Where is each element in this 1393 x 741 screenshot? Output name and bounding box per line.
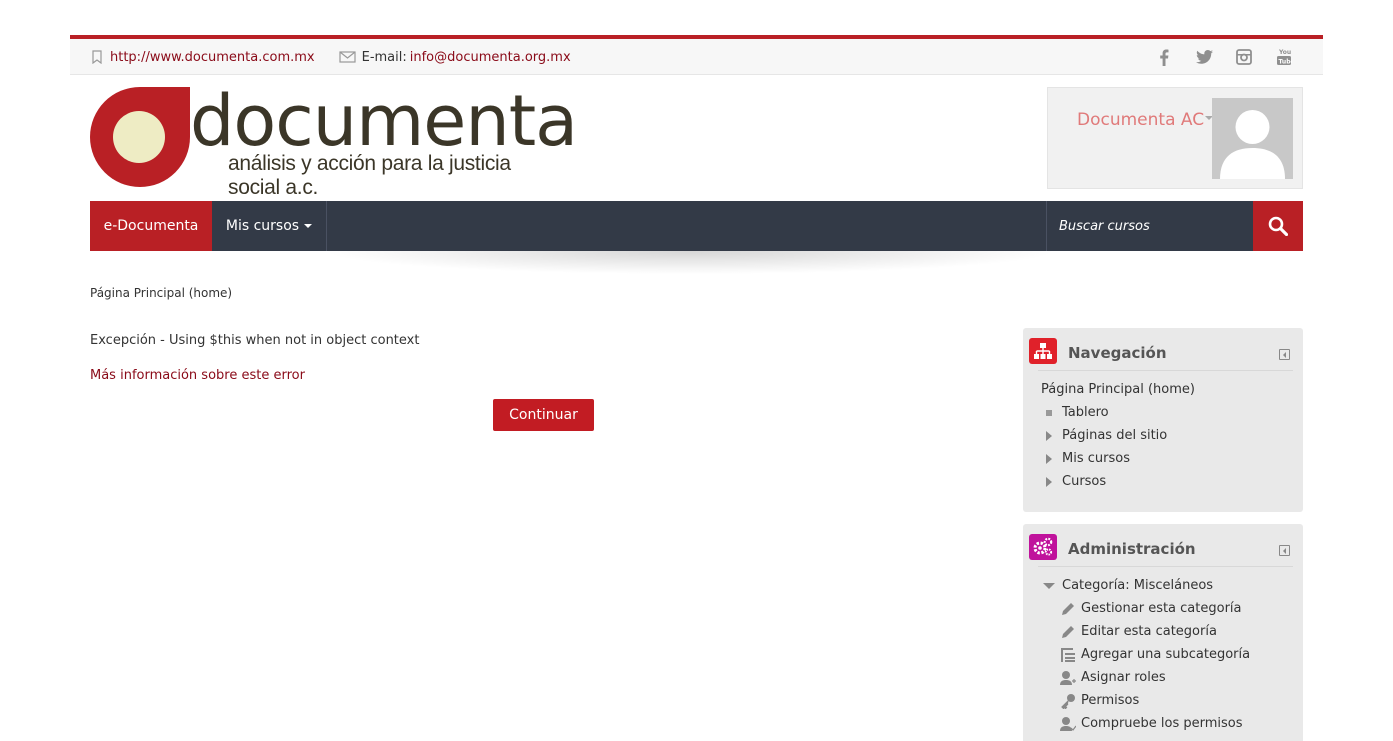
nav-tree-root-label: Página Principal (home) xyxy=(1041,382,1195,397)
admin-item-subcategoria[interactable]: Agregar una subcategoría xyxy=(1041,643,1250,666)
admin-category-label: Categoría: Misceláneos xyxy=(1062,578,1214,593)
youtube-icon[interactable]: You Tube xyxy=(1275,48,1293,66)
social-links: You Tube xyxy=(1133,39,1293,75)
sitemap-icon xyxy=(1029,338,1057,364)
more-info-link[interactable]: Más información sobre este error xyxy=(90,368,305,383)
twitter-icon[interactable] xyxy=(1195,48,1213,66)
admin-item-gestionar[interactable]: Gestionar esta categoría xyxy=(1041,597,1250,620)
expand-arrow-icon xyxy=(1046,453,1052,464)
admin-item-label: Compruebe los permisos xyxy=(1081,716,1243,731)
user-name[interactable]: Documenta AC xyxy=(1077,110,1214,130)
nav-tree-item-cursos[interactable]: Cursos xyxy=(1041,470,1195,493)
navigation-block-header: Navegación xyxy=(1023,328,1303,370)
nav-mis-cursos-label: Mis cursos xyxy=(225,218,300,234)
navigation-block: Navegación Página Principal (home) Table… xyxy=(1023,328,1303,512)
website-item: http://www.documenta.com.mx xyxy=(90,50,315,65)
search-input[interactable] xyxy=(1047,201,1253,251)
nav-tree-item-tablero[interactable]: Tablero xyxy=(1041,401,1195,424)
administration-block-header: Administración xyxy=(1023,524,1303,566)
administration-tree: Categoría: Misceláneos Gestionar esta ca… xyxy=(1041,574,1250,735)
navigation-block-title: Navegación xyxy=(1068,344,1167,362)
admin-item-editar[interactable]: Editar esta categoría xyxy=(1041,620,1250,643)
admin-item-label: Asignar roles xyxy=(1081,670,1166,685)
administration-block-title: Administración xyxy=(1068,540,1196,558)
chevron-down-icon xyxy=(304,224,313,228)
breadcrumb[interactable]: Página Principal (home) xyxy=(90,286,232,300)
search-icon xyxy=(1268,216,1288,236)
email-item: E-mail: info@documenta.org.mx xyxy=(339,50,571,65)
admin-item-label: Permisos xyxy=(1081,693,1140,708)
check-permissions-icon xyxy=(1059,716,1077,732)
contact-info: http://www.documenta.com.mx E-mail: info… xyxy=(90,39,595,75)
top-bar: http://www.documenta.com.mx E-mail: info… xyxy=(70,35,1323,75)
admin-item-permisos[interactable]: Permisos xyxy=(1041,689,1250,712)
nav-tree-item-paginas[interactable]: Páginas del sitio xyxy=(1041,424,1195,447)
assign-roles-icon xyxy=(1059,670,1077,686)
user-silhouette-icon xyxy=(1220,110,1285,179)
nav-tree-root[interactable]: Página Principal (home) xyxy=(1041,378,1195,401)
admin-category[interactable]: Categoría: Misceláneos xyxy=(1041,574,1250,597)
dock-icon[interactable] xyxy=(1279,349,1290,360)
divider xyxy=(1038,566,1293,567)
logo-mark-icon xyxy=(90,87,190,187)
pencil-icon xyxy=(1059,601,1077,617)
instagram-icon[interactable] xyxy=(1235,48,1253,66)
pencil-icon xyxy=(1059,624,1077,640)
continue-button[interactable]: Continuar xyxy=(493,399,594,431)
svg-text:You: You xyxy=(1278,49,1291,56)
user-name-text: Documenta AC xyxy=(1077,110,1205,130)
collapse-arrow-icon xyxy=(1043,582,1055,589)
svg-text:Tube: Tube xyxy=(1279,59,1293,66)
subcategory-icon xyxy=(1059,647,1077,663)
logo-word: documenta xyxy=(190,80,578,162)
website-link[interactable]: http://www.documenta.com.mx xyxy=(110,50,315,65)
envelope-icon xyxy=(339,51,356,63)
facebook-icon[interactable] xyxy=(1155,48,1173,66)
key-icon xyxy=(1059,693,1077,709)
dock-icon[interactable] xyxy=(1279,545,1290,556)
admin-item-label: Agregar una subcategoría xyxy=(1081,647,1251,662)
navbar-shadow xyxy=(310,251,1070,275)
nav-tree-item-label: Tablero xyxy=(1062,405,1109,420)
logo-tagline: análisis y acción para la justicia socia… xyxy=(228,152,511,199)
admin-item-label: Gestionar esta categoría xyxy=(1081,601,1242,616)
site-logo[interactable]: documenta análisis y acción para la just… xyxy=(90,80,578,199)
email-link[interactable]: info@documenta.org.mx xyxy=(410,50,571,65)
nav-tree-item-mis-cursos[interactable]: Mis cursos xyxy=(1041,447,1195,470)
page: http://www.documenta.com.mx E-mail: info… xyxy=(0,0,1393,741)
bookmark-icon xyxy=(92,50,102,64)
avatar[interactable] xyxy=(1212,98,1293,179)
email-label: E-mail: xyxy=(361,49,407,65)
admin-item-compruebe[interactable]: Compruebe los permisos xyxy=(1041,712,1250,735)
navigation-tree: Página Principal (home) Tablero Páginas … xyxy=(1041,378,1195,493)
admin-item-asignar-roles[interactable]: Asignar roles xyxy=(1041,666,1250,689)
expand-arrow-icon xyxy=(1046,430,1052,441)
nav-home[interactable]: e-Documenta xyxy=(90,201,212,251)
divider xyxy=(1038,370,1293,371)
expand-arrow-icon xyxy=(1046,476,1052,487)
error-message: Excepción - Using $this when not in obje… xyxy=(90,333,420,348)
nav-tree-item-label: Cursos xyxy=(1062,474,1107,489)
admin-item-label: Editar esta categoría xyxy=(1081,624,1217,639)
nav-tree-item-label: Mis cursos xyxy=(1062,451,1130,466)
nav-tree-item-label: Páginas del sitio xyxy=(1062,428,1168,443)
search-button[interactable] xyxy=(1253,201,1303,251)
nav-mis-cursos[interactable]: Mis cursos xyxy=(212,201,327,251)
bullet-square-icon xyxy=(1046,409,1052,416)
main-navbar: e-Documenta Mis cursos xyxy=(90,201,1303,251)
administration-block: Administración Categoría: Misceláneos Ge… xyxy=(1023,524,1303,741)
gears-icon xyxy=(1029,534,1057,560)
user-menu[interactable]: Documenta AC xyxy=(1047,87,1303,189)
course-search xyxy=(1046,201,1253,251)
